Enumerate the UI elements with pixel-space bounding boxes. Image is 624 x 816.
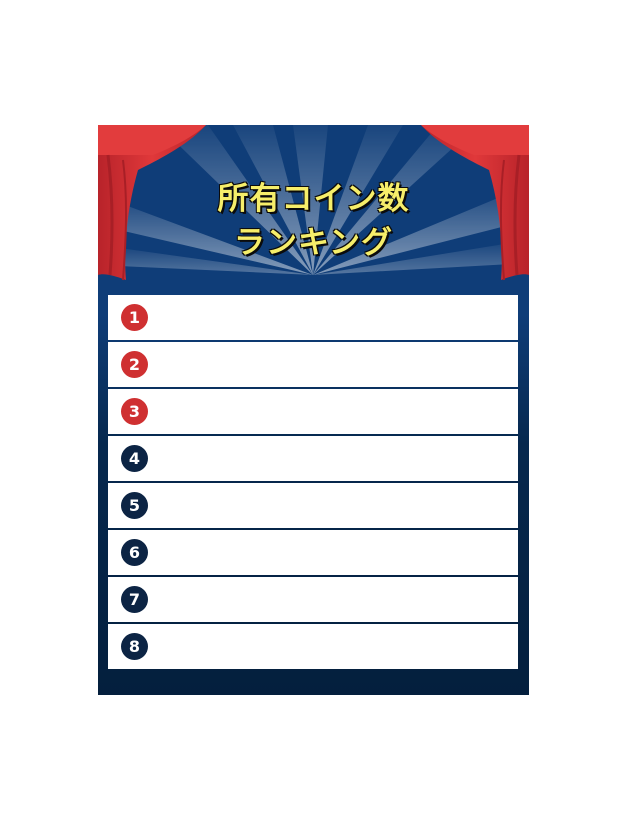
- rank-badge: 6: [121, 539, 148, 566]
- rank-badge: 5: [121, 492, 148, 519]
- ranking-row: 4: [108, 436, 518, 481]
- title-line-1: 所有コイン数: [217, 181, 410, 217]
- title-line-2: ランキング: [233, 225, 394, 261]
- ranking-row: 3: [108, 389, 518, 434]
- rank-badge: 2: [121, 351, 148, 378]
- rank-badge: 8: [121, 633, 148, 660]
- ranking-row: 6: [108, 530, 518, 575]
- page-title: 所有コイン数 ランキング: [98, 177, 529, 265]
- rank-badge: 3: [121, 398, 148, 425]
- ranking-row: 2: [108, 342, 518, 387]
- ranking-row: 1: [108, 295, 518, 340]
- rank-badge: 7: [121, 586, 148, 613]
- ranking-row: 5: [108, 483, 518, 528]
- rank-badge: 4: [121, 445, 148, 472]
- ranking-list: 1 2 3 4 5 6 7 8: [108, 295, 518, 671]
- rank-badge: 1: [121, 304, 148, 331]
- stage-header: 所有コイン数 ランキング: [98, 125, 529, 295]
- ranking-card: 所有コイン数 ランキング 1 2 3 4 5 6 7 8: [98, 125, 529, 695]
- ranking-row: 7: [108, 577, 518, 622]
- ranking-row: 8: [108, 624, 518, 669]
